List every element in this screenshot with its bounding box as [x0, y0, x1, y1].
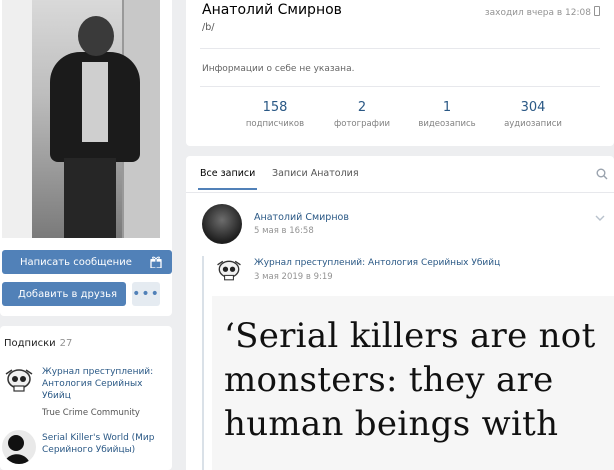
tab-all-posts[interactable]: Все записи [197, 168, 258, 190]
subscription-name[interactable]: Журнал преступлений: Антология Серийных … [42, 366, 164, 402]
divider [200, 48, 600, 49]
add-friend-button[interactable]: Добавить в друзья [2, 282, 126, 306]
send-message-label: Написать сообщение [20, 256, 132, 268]
skull-icon [2, 364, 36, 398]
post-image[interactable]: ‘Serial killers are not monsters: they a… [212, 296, 614, 470]
subscription-name[interactable]: Serial Killer's World (Мир Серийного Уби… [42, 432, 164, 456]
subscription-item[interactable]: Serial Killer's World (Мир Серийного Уби… [2, 430, 170, 466]
image-text-line: ‘Serial killers are not [224, 316, 596, 356]
left-column: Написать сообщение Добавить в друзья •••… [0, 0, 172, 470]
post-date[interactable]: 5 мая в 16:58 [254, 226, 314, 236]
profile-name: Анатолий Смирнов [202, 2, 342, 18]
counter-photos[interactable]: 2 фотографии [317, 100, 407, 129]
counter-label: видеозапись [418, 119, 476, 129]
profile-photo[interactable] [2, 0, 160, 238]
subscriptions-block: Подписки 27 Журнал преступлений: Антологи… [0, 326, 172, 470]
image-text-line: monsters: they are [224, 360, 554, 400]
chevron-down-icon[interactable] [594, 212, 606, 224]
last-seen: заходил вчера в 12:08 [485, 6, 600, 18]
divider [186, 192, 614, 193]
counter-value: 304 [520, 100, 546, 115]
counter-videos[interactable]: 1 видеозапись [402, 100, 492, 129]
counter-value: 2 [357, 100, 367, 115]
tab-owner-posts[interactable]: Записи Анатолия [272, 168, 359, 179]
subscriptions-count: 27 [59, 338, 73, 349]
counter-value: 1 [442, 100, 452, 115]
post-author-avatar[interactable] [202, 204, 242, 244]
skull-icon [214, 256, 244, 286]
send-message-button[interactable]: Написать сообщение [2, 250, 172, 274]
gift-icon[interactable] [150, 256, 162, 268]
mobile-icon [594, 6, 600, 16]
search-icon[interactable] [596, 168, 608, 180]
community-avatar[interactable] [2, 430, 36, 464]
add-friend-label: Добавить в друзья [18, 288, 117, 300]
profile-page: Написать сообщение Добавить в друзья •••… [0, 0, 614, 470]
divider [200, 86, 600, 87]
photo-card: Написать сообщение Добавить в друзья ••• [0, 0, 172, 316]
wall: Все записи Записи Анатолия Анатолий Смир… [186, 156, 614, 470]
profile-status[interactable]: /b/ [202, 22, 214, 33]
last-seen-text: заходил вчера в 12:08 [484, 8, 591, 18]
counter-audios[interactable]: 304 аудиозаписи [488, 100, 578, 129]
repost-date[interactable]: 3 мая 2019 в 9:19 [254, 272, 333, 282]
more-actions-button[interactable]: ••• [132, 282, 160, 306]
community-avatar[interactable] [2, 364, 36, 398]
repost-avatar[interactable] [214, 256, 244, 286]
subscriptions-title: Подписки [4, 338, 56, 349]
subscription-item[interactable]: Журнал преступлений: Антология Серийных … [2, 364, 170, 420]
silhouette-icon [2, 430, 36, 464]
counter-followers[interactable]: 158 подписчиков [230, 100, 320, 129]
subscriptions-header[interactable]: Подписки 27 [4, 338, 72, 349]
repost-bar [202, 256, 204, 470]
post-author[interactable]: Анатолий Смирнов [254, 212, 349, 223]
counter-label: фотографии [333, 119, 390, 129]
image-text-line: human beings with [224, 404, 559, 444]
profile-info-card: Анатолий Смирнов /b/ заходил вчера в 12:… [186, 0, 614, 146]
counter-value: 158 [262, 100, 288, 115]
more-dots-icon: ••• [132, 286, 160, 302]
counter-label: аудиозаписи [504, 119, 562, 129]
counter-label: подписчиков [245, 119, 305, 129]
repost-author[interactable]: Журнал преступлений: Антология Серийных … [254, 258, 500, 268]
about-text: Информации о себе не указана. [202, 64, 355, 74]
subscription-desc: True Crime Community [42, 408, 140, 418]
